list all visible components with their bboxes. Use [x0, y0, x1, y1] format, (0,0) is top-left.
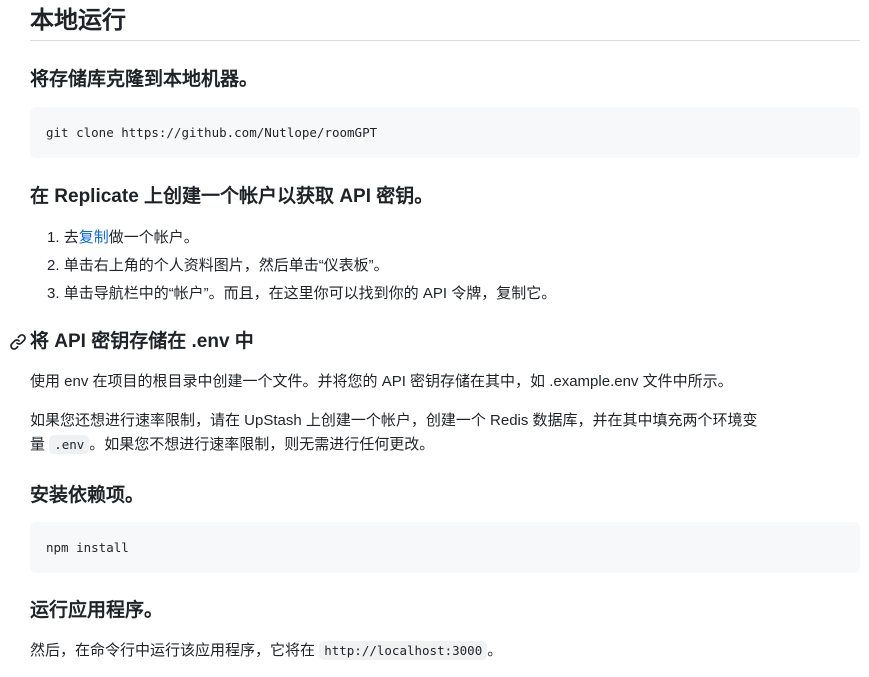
list-text: 单击导航栏中的“帐户”。而且，在这里你可以找到你的 API 令牌，复制它。	[63, 285, 557, 302]
list-item: 3. 单击导航栏中的“帐户”。而且，在这里你可以找到你的 API 令牌，复制它。	[30, 280, 556, 308]
env-paragraph-2-text: 量	[30, 436, 46, 453]
code-block-clone[interactable]: git clone https://github.com/Nutlope/roo…	[30, 107, 860, 158]
env-paragraph-2-text: 。如果您不想进行速率限制，则无需进行任何更改。	[89, 436, 435, 453]
heading-run: 运行应用程序。	[30, 600, 164, 621]
code-install-text: npm install	[46, 540, 129, 555]
env-paragraph-2: 如果您还想进行速率限制，请在 UpStash 上创建一个帐户，创建一个 Redi…	[30, 409, 758, 457]
replicate-link[interactable]: 复制	[79, 229, 109, 246]
heading-replicate: 在 Replicate 上创建一个帐户以获取 API 密钥。	[30, 186, 434, 207]
readme-content: 本地运行 将存储库克隆到本地机器。 git clone https://gith…	[10, 0, 860, 660]
page-title: 本地运行	[30, 0, 860, 41]
run-paragraph-text: 。	[487, 642, 503, 659]
env-paragraph-1: 使用 env 在项目的根目录中创建一个文件。并将您的 API 密钥存储在其中，如…	[30, 373, 733, 390]
heading-clone: 将存储库克隆到本地机器。	[30, 69, 259, 90]
inline-code-env: .env	[49, 435, 90, 454]
link-icon[interactable]	[9, 333, 27, 351]
heading-install: 安装依赖项。	[30, 485, 145, 506]
list-item: 2. 单击右上角的个人资料图片，然后单击“仪表板”。	[30, 252, 556, 280]
run-paragraph-text: 然后，在命令行中运行该应用程序，它将在	[30, 642, 316, 659]
heading-env: 将 API 密钥存储在 .env 中	[10, 330, 254, 354]
run-paragraph: 然后，在命令行中运行该应用程序，它将在 http://localhost:300…	[30, 639, 502, 663]
list-text: 去	[63, 229, 79, 246]
code-block-install[interactable]: npm install	[30, 522, 860, 573]
list-item: 1. 去复制做一个帐户。	[30, 224, 556, 252]
replicate-steps-list: 1. 去复制做一个帐户。 2. 单击右上角的个人资料图片，然后单击“仪表板”。 …	[30, 224, 556, 308]
heading-env-text: 将 API 密钥存储在 .env 中	[30, 331, 254, 352]
list-text: 单击右上角的个人资料图片，然后单击“仪表板”。	[63, 257, 389, 274]
list-text: 做一个帐户。	[108, 229, 199, 246]
list-number: 1.	[47, 229, 60, 246]
list-number: 3.	[47, 285, 60, 302]
inline-code-localhost: http://localhost:3000	[319, 641, 488, 660]
code-clone-text: git clone https://github.com/Nutlope/roo…	[46, 125, 378, 140]
list-number: 2.	[47, 257, 60, 274]
env-paragraph-2-line1: 如果您还想进行速率限制，请在 UpStash 上创建一个帐户，创建一个 Redi…	[30, 412, 758, 429]
